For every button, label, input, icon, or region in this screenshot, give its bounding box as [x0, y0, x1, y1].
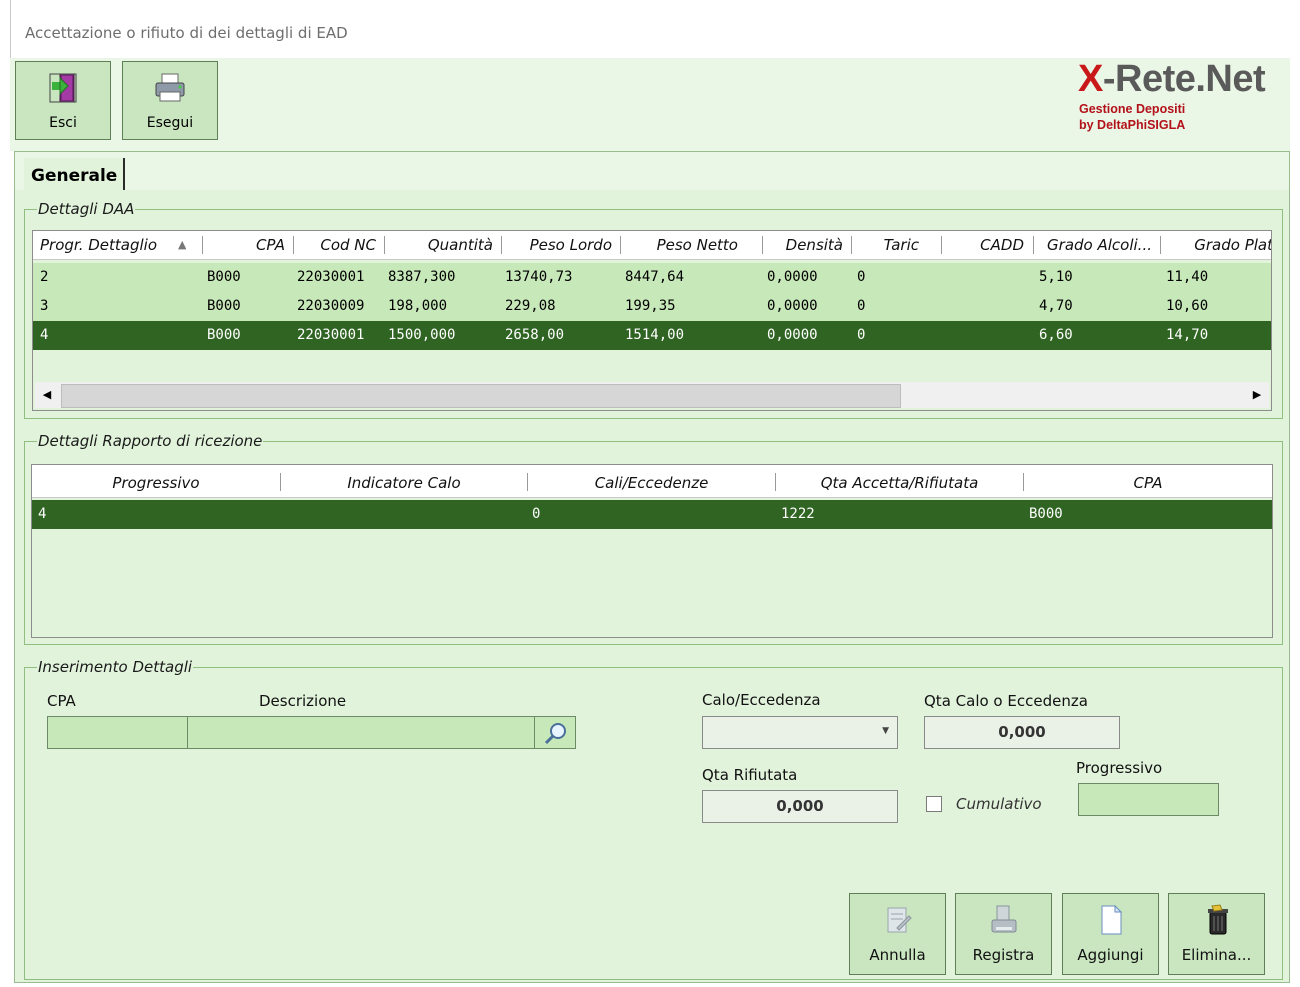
descrizione-label: Descrizione [259, 692, 347, 710]
esegui-label: Esegui [146, 115, 194, 131]
col-quantita[interactable]: Quantità [385, 231, 501, 259]
chevron-down-icon: ▼ [882, 726, 889, 736]
esegui-button[interactable]: Esegui [122, 61, 218, 140]
col-peso-netto[interactable]: Peso Netto [621, 231, 762, 259]
rapporto-grid-header: Progressivo Indicatore Calo Cali/Ecceden… [32, 465, 1272, 498]
progressivo-label: Progressivo [1076, 759, 1163, 777]
col-taric[interactable]: Taric [852, 231, 941, 259]
exit-door-icon [48, 72, 78, 108]
cpa-label: CPA [47, 692, 76, 710]
calo-eccedenza-label: Calo/Eccedenza [702, 691, 821, 709]
col-cpa[interactable]: CPA [203, 231, 293, 259]
aggiungi-button[interactable]: Aggiungi [1062, 893, 1159, 975]
title-bar: Accettazione o rifiuto di dei dettagli d… [0, 0, 1300, 58]
qta-calo-label: Qta Calo o Eccedenza [924, 692, 1088, 710]
daa-legend: Dettagli DAA [38, 200, 135, 218]
cpa-input[interactable] [47, 716, 188, 749]
magnifier-icon [543, 721, 569, 751]
col-qta-accetta-rifiutata[interactable]: Qta Accetta/Rifiutata [776, 465, 1023, 497]
sort-ascending-icon: ▲ [178, 238, 187, 251]
col-progr-dettaglio[interactable]: Progr. Dettaglio [40, 231, 157, 259]
col-peso-lordo[interactable]: Peso Lordo [502, 231, 620, 259]
col-grado-plato[interactable]: Grado Plat [1161, 231, 1271, 259]
tab-strip [15, 152, 1289, 190]
qta-calo-input[interactable]: 0,000 [924, 716, 1120, 749]
table-row[interactable]: 3 B000 22030009 198,000 229,08 199,35 0,… [33, 292, 1271, 321]
save-disk-icon [989, 904, 1019, 940]
daa-grid[interactable]: Progr. Dettaglio ▲ CPA Cod NC Quantità P… [32, 230, 1272, 411]
elimina-button[interactable]: Elimina... [1168, 893, 1265, 975]
tab-generale[interactable]: Generale [24, 158, 126, 190]
rapporto-legend: Dettagli Rapporto di ricezione [38, 432, 263, 450]
horizontal-scrollbar[interactable]: ◀ ▶ [35, 382, 1269, 408]
col-densita[interactable]: Densità [763, 231, 851, 259]
qta-rifiutata-label: Qta Rifiutata [702, 766, 798, 784]
descrizione-input[interactable] [187, 716, 535, 749]
esci-button[interactable]: Esci [15, 61, 111, 140]
qta-rifiutata-input[interactable]: 0,000 [702, 790, 898, 823]
col-cod-nc[interactable]: Cod NC [294, 231, 384, 259]
col-progressivo[interactable]: Progressivo [32, 465, 280, 497]
window-title: Accettazione o rifiuto di dei dettagli d… [25, 24, 348, 42]
edit-document-icon [883, 904, 913, 940]
brand-tagline: Gestione Depositi by DeltaPhiSIGLA [1079, 102, 1186, 132]
progressivo-input[interactable] [1078, 783, 1219, 816]
table-row-selected[interactable]: 4 B000 22030001 1500,000 2658,00 1514,00… [33, 321, 1271, 350]
trash-can-icon [1202, 904, 1232, 942]
calo-eccedenza-select[interactable]: ▼ [702, 716, 898, 749]
scrollbar-thumb[interactable] [61, 384, 901, 408]
col-indicatore-calo[interactable]: Indicatore Calo [281, 465, 527, 497]
esci-label: Esci [49, 115, 77, 131]
table-row[interactable]: 2 B000 22030001 8387,300 13740,73 8447,6… [33, 263, 1271, 292]
inserimento-legend: Inserimento Dettagli [38, 658, 193, 676]
daa-grid-header: Progr. Dettaglio ▲ CPA Cod NC Quantità P… [33, 231, 1271, 260]
col-cadd[interactable]: CADD [942, 231, 1033, 259]
table-row-selected[interactable]: 4 0 1222 B000 [32, 500, 1272, 529]
lookup-button[interactable] [534, 716, 576, 749]
scroll-right-arrow-icon[interactable]: ▶ [1245, 382, 1269, 408]
col-cali-eccedenze[interactable]: Cali/Eccedenze [528, 465, 775, 497]
cumulativo-checkbox[interactable] [926, 796, 942, 812]
printer-icon [153, 72, 187, 108]
col-cpa[interactable]: CPA [1024, 465, 1272, 497]
annulla-button[interactable]: Annulla [849, 893, 946, 975]
registra-button[interactable]: Registra [955, 893, 1052, 975]
col-grado-alcolico[interactable]: Grado Alcoli... [1034, 231, 1160, 259]
cumulativo-label: Cumulativo [956, 795, 1042, 813]
brand-logo: X-Rete.Net [1078, 58, 1266, 100]
rapporto-grid[interactable]: Progressivo Indicatore Calo Cali/Ecceden… [31, 464, 1273, 638]
scroll-left-arrow-icon[interactable]: ◀ [35, 382, 59, 408]
window-edge [10, 0, 11, 58]
new-document-icon [1098, 904, 1124, 940]
